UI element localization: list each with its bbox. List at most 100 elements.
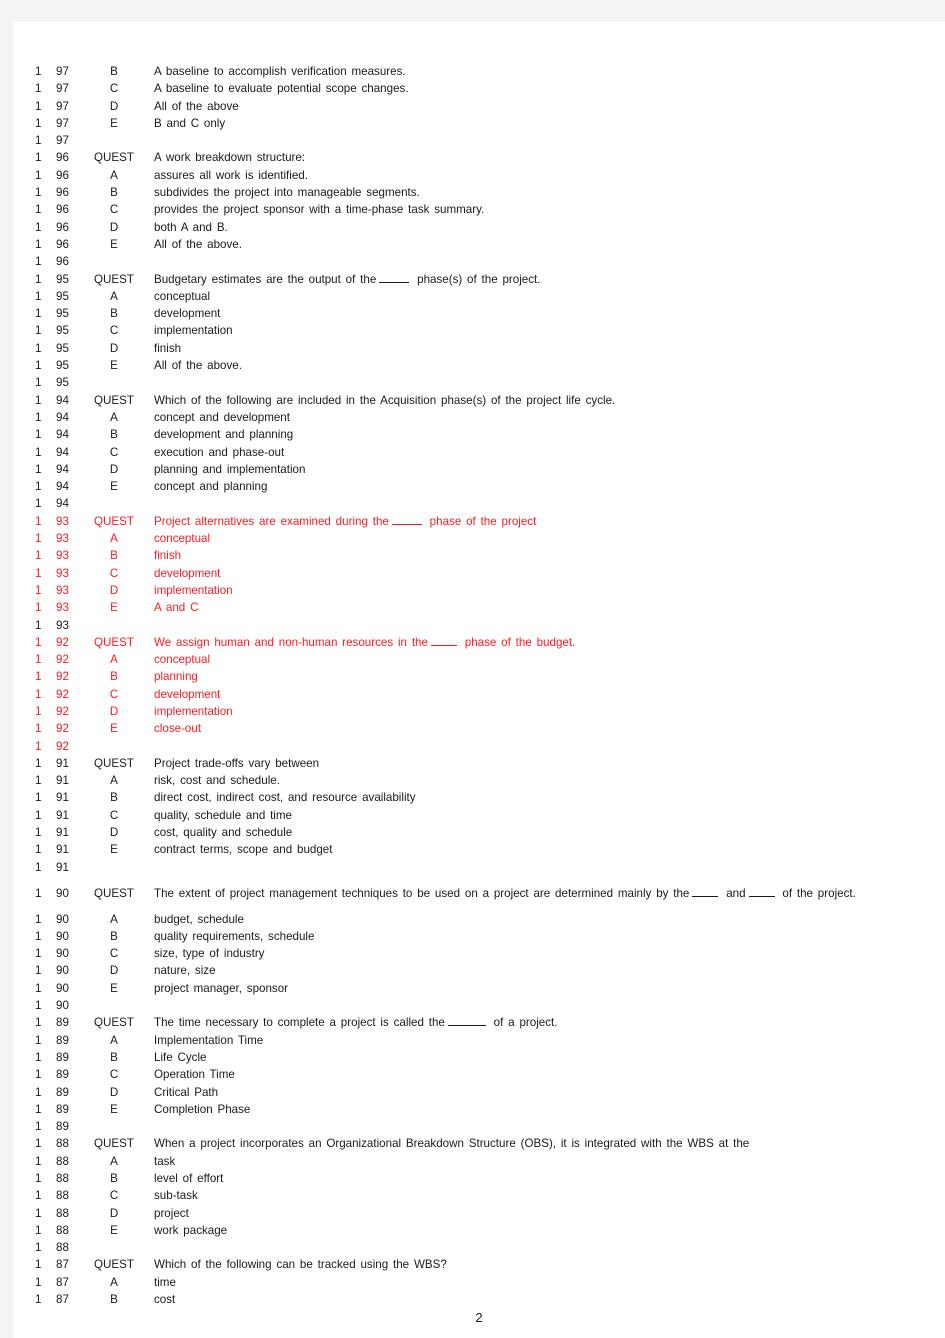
- question-row: 1 90 Csize, type of industry: [13, 945, 945, 962]
- row-question-number: 90: [56, 964, 69, 978]
- fill-in-blank: [430, 635, 457, 646]
- question-row: 1 93 Cdevelopment: [13, 565, 945, 582]
- row-question-text: When a project incorporates an Organizat…: [154, 1137, 750, 1151]
- row-section-number: 1: [35, 134, 42, 148]
- row-answer-text: nature, size: [154, 964, 216, 978]
- row-answer-text: development: [154, 566, 221, 580]
- row-answer-letter: A: [110, 912, 118, 926]
- row-question-number: 88: [56, 1172, 69, 1185]
- row-quest-label: QUEST: [94, 635, 134, 649]
- row-answer-text: development: [154, 687, 221, 701]
- question-row: 1 92 QUEST We assign human and non-human re…: [13, 634, 945, 651]
- row-section-number: 1: [35, 220, 42, 234]
- row-question-number: 92: [56, 635, 69, 649]
- row-answer-text: implementation: [154, 324, 233, 338]
- question-row: 1 90 Eproject manager, sponsor: [13, 980, 945, 997]
- question-row: 1 94 Cexecution and phase-out: [13, 444, 945, 461]
- row-question-number: 93: [56, 514, 69, 528]
- row-section-number: 1: [35, 168, 42, 182]
- row-answer-text: conceptual: [154, 653, 211, 667]
- row-answer-letter: D: [109, 99, 119, 113]
- page-number: 2: [475, 1310, 483, 1325]
- question-row: 1 89 D Critical Path: [13, 1084, 945, 1101]
- row-question-number: 96: [56, 220, 69, 234]
- row-answer-letter: B: [110, 65, 118, 78]
- row-answer-letter: C: [109, 566, 119, 580]
- row-question-number: 94: [56, 445, 69, 459]
- row-answer-text: planning and implementation: [154, 462, 306, 476]
- row-answer-letter: D: [109, 341, 119, 355]
- row-question-number: 88: [56, 1189, 69, 1203]
- question-row: 1 92 Aconceptual: [13, 651, 945, 668]
- row-section-number: 1: [35, 445, 42, 459]
- row-section-number: 1: [35, 1033, 42, 1047]
- row-answer-text: planning: [154, 670, 198, 684]
- question-rows-container: 1 97 B A baseline to accomplish verificatio…: [13, 63, 945, 1308]
- row-answer-letter: E: [110, 981, 118, 995]
- row-section-number: 1: [35, 255, 42, 269]
- row-answer-letter: A: [110, 1154, 118, 1168]
- row-answer-text: work package: [154, 1223, 228, 1237]
- scan-margin-top: [0, 0, 945, 22]
- row-answer-letter: D: [109, 583, 119, 597]
- row-section-number: 1: [35, 566, 42, 580]
- row-answer-letter: C: [109, 1068, 119, 1082]
- scan-margin-left: [0, 0, 13, 1338]
- row-answer-letter: C: [109, 82, 119, 96]
- row-answer-letter: D: [109, 220, 119, 234]
- row-section-number: 1: [35, 791, 42, 805]
- question-row: 1 96 E All of the above.: [13, 236, 945, 253]
- row-answer-letter: C: [109, 203, 119, 217]
- row-answer-letter: D: [109, 704, 119, 718]
- row-question-number: 94: [56, 497, 69, 511]
- row-question-number: 92: [56, 687, 69, 701]
- row-question-number: 90: [56, 912, 69, 926]
- row-answer-letter: E: [110, 359, 118, 373]
- row-section-number: 1: [35, 532, 42, 546]
- row-question-number: 91: [56, 826, 69, 840]
- row-quest-label: QUEST: [94, 756, 134, 770]
- row-quest-label: QUEST: [94, 151, 134, 165]
- question-row: 1 88: [13, 1239, 945, 1256]
- question-row: 1 93 QUEST Project alternatives are examine…: [13, 513, 945, 530]
- row-question-number: 95: [56, 307, 69, 321]
- row-quest-label: QUEST: [94, 272, 134, 286]
- row-section-number: 1: [35, 704, 42, 718]
- row-answer-text: Operation Time: [154, 1068, 235, 1082]
- question-row: 1 88 Dproject: [13, 1205, 945, 1222]
- row-section-number: 1: [35, 186, 42, 200]
- question-row: 1 90: [13, 997, 945, 1014]
- row-answer-text: close-out: [154, 722, 202, 736]
- row-question-text: The time necessary to complete a project…: [154, 1016, 558, 1030]
- row-answer-text: All of the above.: [154, 237, 242, 251]
- row-answer-text: implementation: [154, 583, 233, 597]
- row-question-number: 95: [56, 324, 69, 338]
- row-answer-letter: A: [110, 1275, 118, 1289]
- row-question-number: 91: [56, 791, 69, 805]
- row-answer-text: finish: [154, 549, 182, 563]
- row-answer-text: budget, schedule: [154, 912, 244, 926]
- row-section-number: 1: [35, 1068, 42, 1082]
- row-section-number: 1: [35, 860, 42, 874]
- row-answer-letter: A: [110, 532, 118, 546]
- row-section-number: 1: [35, 1258, 42, 1272]
- row-question-number: 94: [56, 480, 69, 494]
- row-question-number: 94: [56, 462, 69, 476]
- row-answer-text: execution and phase-out: [154, 445, 285, 459]
- row-section-number: 1: [35, 289, 42, 303]
- row-section-number: 1: [35, 1120, 42, 1134]
- row-section-number: 1: [35, 393, 42, 407]
- row-quest-label: QUEST: [94, 1016, 134, 1030]
- question-row: 1 91 Econtract terms, scope and budget: [13, 841, 945, 858]
- row-question-number: 96: [56, 151, 69, 165]
- question-row: 1 97 D All of the above: [13, 98, 945, 115]
- row-answer-text: provides the project sponsor with a time…: [154, 203, 485, 217]
- row-quest-label: QUEST: [94, 886, 134, 900]
- question-row: 1 92 Eclose-out: [13, 720, 945, 737]
- question-row: 1 91 Cquality, schedule and time: [13, 807, 945, 824]
- row-answer-letter: E: [110, 601, 118, 615]
- question-row: 1 93 Aconceptual: [13, 530, 945, 547]
- question-row: 1 95 Dfinish: [13, 340, 945, 357]
- row-section-number: 1: [35, 774, 42, 788]
- row-answer-text: project manager, sponsor: [154, 981, 289, 995]
